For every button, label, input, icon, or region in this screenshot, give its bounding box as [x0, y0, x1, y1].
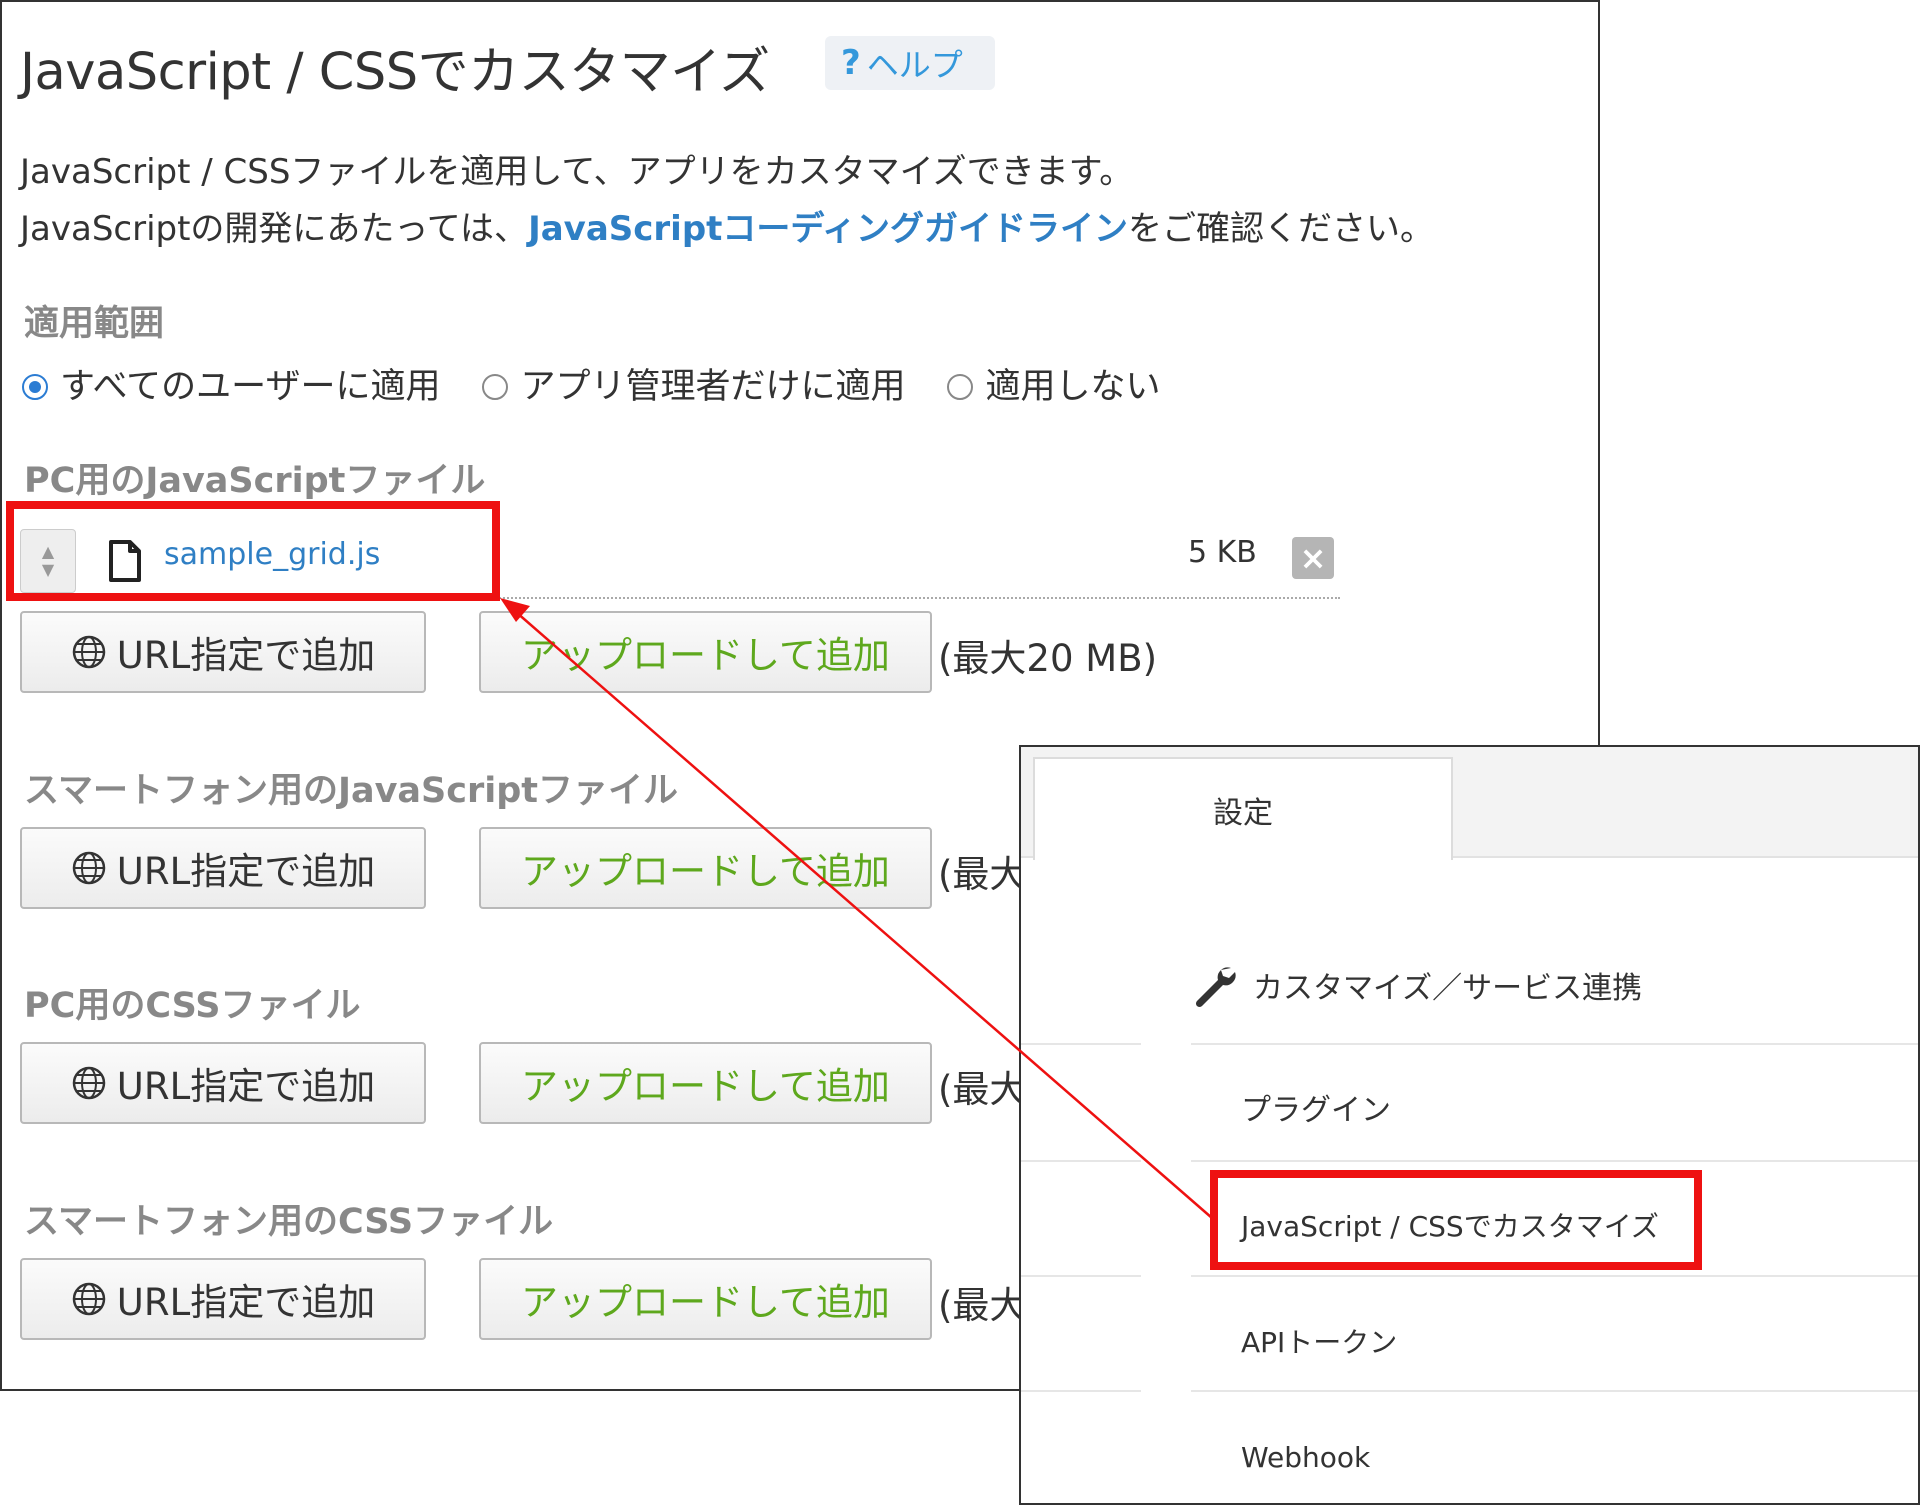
tab-strip: 設定: [1021, 747, 1918, 860]
menu-item-webhook[interactable]: Webhook: [1241, 1427, 1918, 1487]
upload-button[interactable]: アップロードして追加: [479, 1042, 932, 1124]
page-title: JavaScript / CSSでカスタマイズ: [20, 43, 770, 102]
globe-icon: [72, 1066, 106, 1100]
scope-option-label: すべてのユーザーに適用: [60, 366, 441, 407]
divider: [1191, 1390, 1918, 1392]
help-button[interactable]: ? ヘルプ: [825, 36, 995, 90]
add-by-url-button[interactable]: URL指定で追加: [20, 611, 426, 693]
add-by-url-button[interactable]: URL指定で追加: [20, 1258, 426, 1340]
settings-inset: 設定 カスタマイズ／サービス連携 プラグイン JavaScript / CSSで…: [1019, 745, 1920, 1505]
menu-item-api-token[interactable]: APIトークン: [1241, 1311, 1918, 1371]
upload-button[interactable]: アップロードして追加: [479, 1258, 932, 1340]
upload-button[interactable]: アップロードして追加: [479, 611, 932, 693]
radio-button[interactable]: [482, 374, 509, 400]
max-size-note: (最大: [938, 1068, 1027, 1111]
divider: [1191, 1275, 1918, 1277]
add-by-url-button[interactable]: URL指定で追加: [20, 827, 426, 909]
section-pc-css-label: PC用のCSSファイル: [24, 986, 361, 1026]
divider: [1191, 1043, 1918, 1045]
scope-radio-group: すべてのユーザーに適用 アプリ管理者だけに適用 適用しない: [22, 358, 1202, 408]
menu-item-label: APIトークン: [1241, 1326, 1398, 1359]
button-label: URL指定で追加: [116, 634, 376, 677]
scope-option-all-users[interactable]: すべてのユーザーに適用: [22, 358, 440, 409]
section-pc-js-label: PC用のJavaScriptファイル: [24, 461, 486, 501]
menu-item-customize-service[interactable]: カスタマイズ／サービス連携: [1191, 950, 1918, 1020]
globe-icon: [72, 851, 106, 885]
coding-guideline-link[interactable]: JavaScriptコーディングガイドライン: [528, 209, 1128, 249]
description-line-1: JavaScript / CSSファイルを適用して、アプリをカスタマイズできます…: [20, 152, 1134, 192]
scope-option-none[interactable]: 適用しない: [947, 358, 1160, 409]
max-size-note: (最大: [938, 1284, 1027, 1327]
max-size-note: (最大20 MB): [938, 637, 1158, 680]
wrench-icon: [1195, 967, 1236, 1008]
remove-file-button[interactable]: ×: [1292, 537, 1334, 579]
section-sp-css-label: スマートフォン用のCSSファイル: [24, 1202, 554, 1242]
divider: [1021, 1390, 1141, 1392]
file-size: 5 KB: [1188, 535, 1257, 570]
menu-highlight-box: [1210, 1170, 1702, 1270]
file-highlight-box: [6, 501, 500, 601]
globe-icon: [72, 1282, 106, 1316]
scope-option-label: 適用しない: [985, 366, 1161, 407]
menu-item-label: Webhook: [1241, 1440, 1371, 1474]
globe-icon: [72, 635, 106, 669]
button-label: URL指定で追加: [116, 1065, 376, 1108]
section-sp-js-label: スマートフォン用のJavaScriptファイル: [24, 771, 679, 811]
add-by-url-button[interactable]: URL指定で追加: [20, 1042, 426, 1124]
scope-option-label: アプリ管理者だけに適用: [520, 366, 906, 407]
menu-item-label: カスタマイズ／サービス連携: [1253, 971, 1643, 1006]
radio-button-selected[interactable]: [22, 374, 48, 400]
description-line-2: JavaScriptの開発にあたっては、JavaScriptコーディングガイドラ…: [20, 201, 1434, 250]
description-text-post: をご確認ください。: [1128, 209, 1435, 249]
divider: [1021, 1043, 1141, 1045]
scope-option-admins-only[interactable]: アプリ管理者だけに適用: [482, 358, 905, 409]
max-size-note: (最大: [938, 853, 1027, 896]
radio-button[interactable]: [947, 374, 974, 400]
menu-item-label: プラグイン: [1241, 1093, 1391, 1128]
divider: [1191, 1160, 1918, 1162]
upload-button[interactable]: アップロードして追加: [479, 827, 932, 909]
button-label: URL指定で追加: [116, 850, 376, 893]
divider: [1021, 1160, 1141, 1162]
divider: [1021, 1275, 1141, 1277]
tab-settings[interactable]: 設定: [1033, 757, 1453, 860]
menu-item-plugin[interactable]: プラグイン: [1241, 1077, 1918, 1137]
description-text-pre: JavaScriptの開発にあたっては、: [20, 209, 529, 249]
help-label: ヘルプ: [866, 46, 963, 84]
help-question-icon: ?: [841, 43, 861, 83]
scope-label: 適用範囲: [24, 304, 165, 344]
button-label: URL指定で追加: [116, 1281, 376, 1324]
